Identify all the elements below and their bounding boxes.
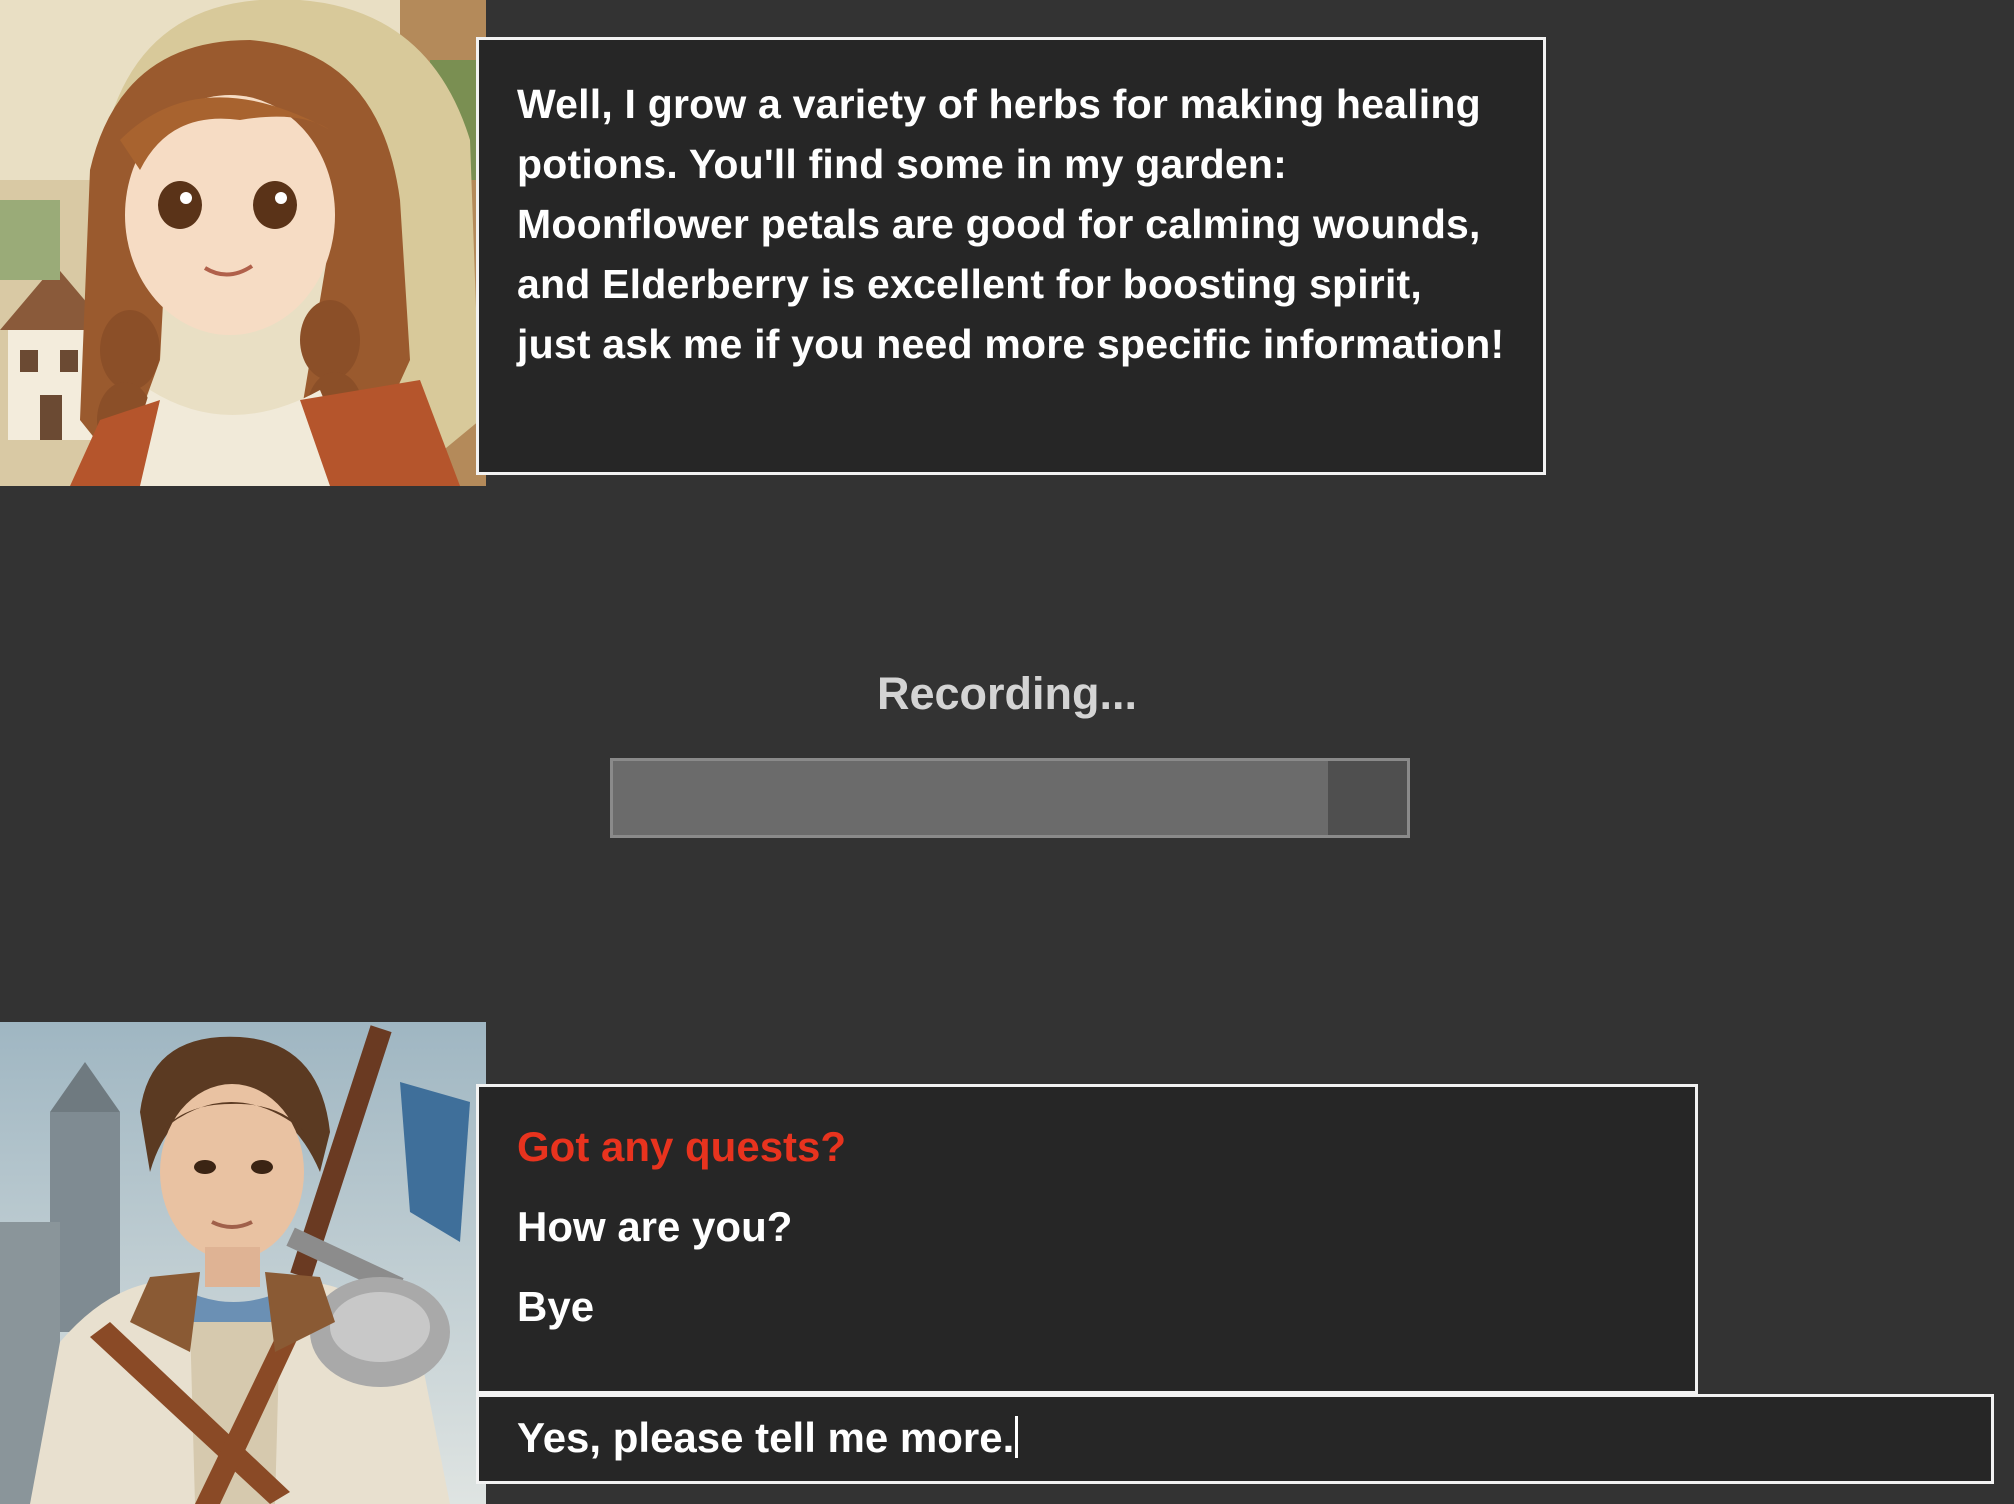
recording-progress-bar: [610, 758, 1410, 838]
dialogue-choices-box: Got any quests? How are you? Bye: [476, 1084, 1698, 1394]
player-text-input[interactable]: Yes, please tell me more.: [476, 1394, 1994, 1484]
choice-got-any-quests[interactable]: Got any quests?: [517, 1123, 1695, 1171]
npc-portrait: [0, 0, 486, 486]
choice-bye[interactable]: Bye: [517, 1283, 1695, 1331]
player-portrait: [0, 1022, 486, 1504]
player-input-value: Yes, please tell me more.: [517, 1414, 1015, 1461]
text-caret: [1015, 1416, 1019, 1458]
player-portrait-image: [0, 1022, 486, 1504]
npc-portrait-image: [0, 0, 486, 486]
npc-dialogue-text: Well, I grow a variety of herbs for maki…: [517, 81, 1505, 367]
recording-label: Recording...: [876, 668, 1138, 719]
npc-dialogue-box: Well, I grow a variety of herbs for maki…: [476, 37, 1546, 475]
recording-progress-fill: [613, 761, 1328, 835]
choice-how-are-you[interactable]: How are you?: [517, 1203, 1695, 1251]
